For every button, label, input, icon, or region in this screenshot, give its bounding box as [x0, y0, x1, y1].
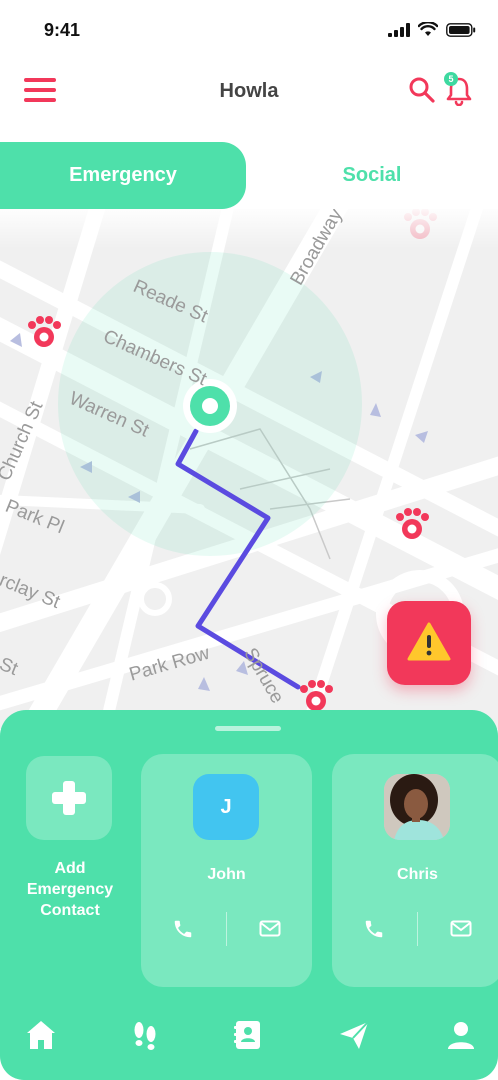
warning-icon	[407, 622, 451, 661]
home-icon[interactable]	[24, 1018, 58, 1052]
status-icons	[388, 22, 476, 37]
app-header: Howla 5	[0, 60, 498, 124]
signal-icon	[388, 22, 410, 37]
phone-icon[interactable]	[172, 918, 194, 940]
avatar-photo	[384, 774, 450, 840]
avatar: J	[193, 774, 259, 840]
status-bar: 9:41	[0, 0, 498, 60]
tab-social[interactable]: Social	[246, 142, 498, 209]
sheet-drag-handle[interactable]	[215, 726, 281, 731]
mode-tabs: Emergency Social	[0, 142, 498, 209]
wifi-icon	[418, 22, 438, 36]
contact-card[interactable]: Chris	[332, 754, 498, 987]
add-contact-button[interactable]	[26, 756, 112, 840]
phone-icon[interactable]	[363, 918, 385, 940]
contact-name: Chris	[397, 866, 438, 883]
search-icon[interactable]	[408, 76, 436, 104]
avatar-initial: J	[220, 796, 232, 818]
profile-icon[interactable]	[444, 1018, 478, 1052]
battery-icon	[446, 22, 476, 37]
tab-emergency[interactable]: Emergency	[0, 142, 246, 209]
mail-icon[interactable]	[259, 920, 281, 938]
avatar	[384, 774, 450, 840]
mail-icon[interactable]	[450, 920, 472, 938]
contact-card[interactable]: J John	[141, 754, 312, 987]
send-icon[interactable]	[337, 1018, 371, 1052]
bottom-nav	[0, 1000, 498, 1070]
status-time: 9:41	[44, 20, 81, 40]
plus-icon	[52, 781, 86, 815]
footprints-icon[interactable]	[128, 1018, 162, 1052]
notification-bell-icon[interactable]: 5	[444, 72, 474, 106]
contacts-book-icon[interactable]	[231, 1018, 265, 1052]
contact-actions	[332, 912, 498, 946]
contact-actions	[141, 912, 312, 946]
notification-badge: 5	[444, 72, 458, 86]
contact-name: John	[207, 866, 246, 883]
add-contact-label: Add Emergency Contact	[26, 860, 114, 919]
emergency-alert-button[interactable]	[387, 601, 471, 685]
